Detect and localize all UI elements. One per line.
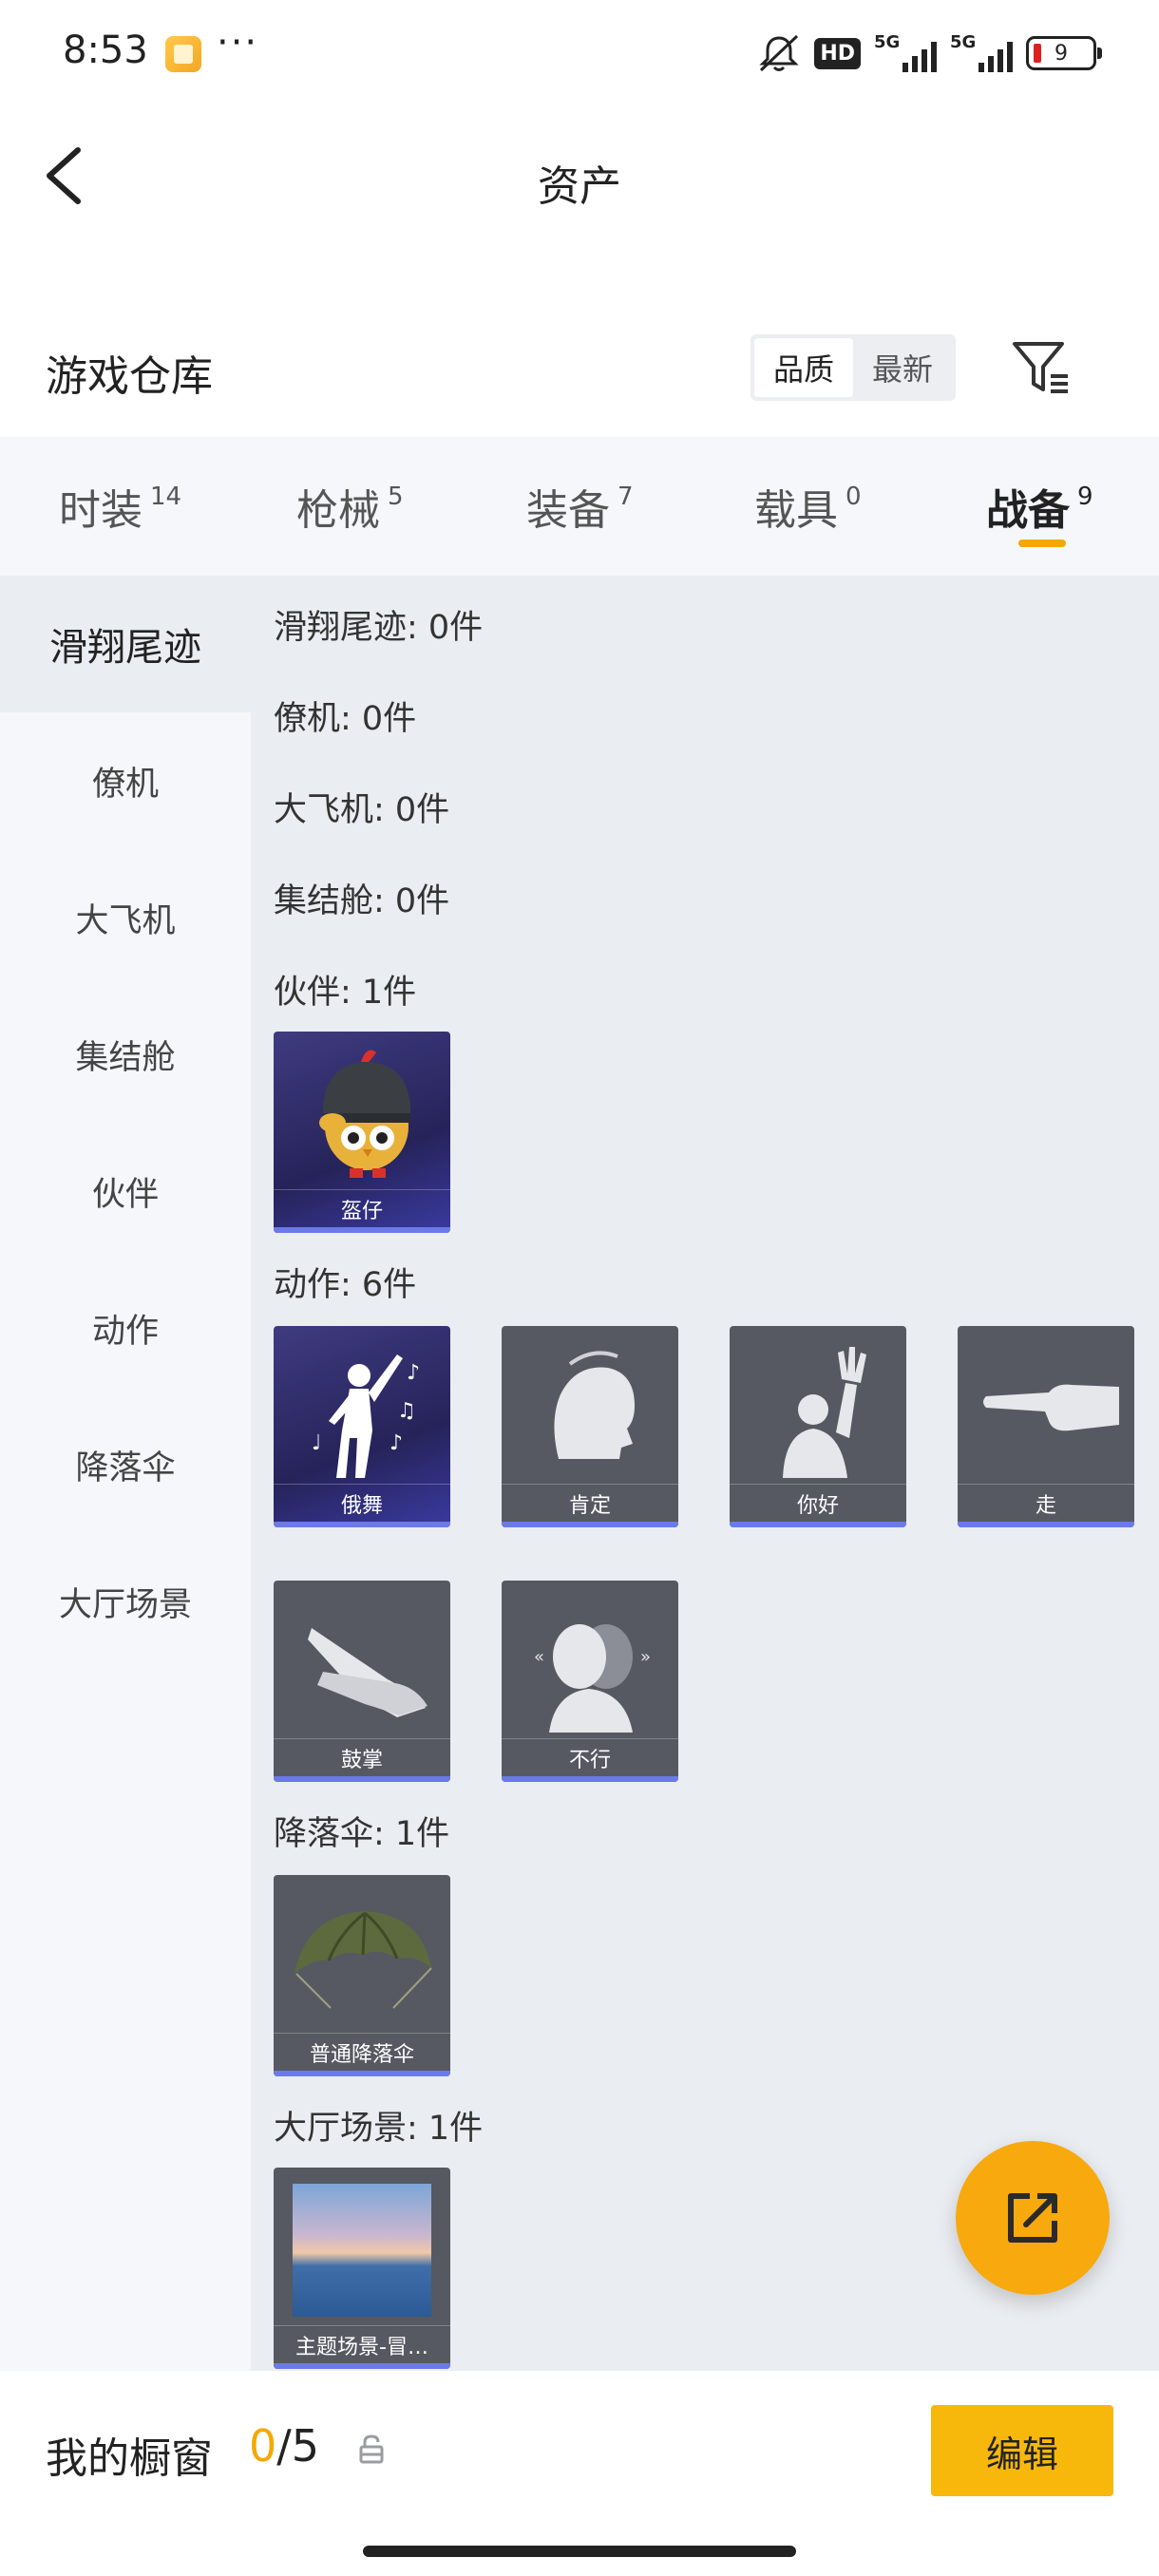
sidebar-item-wingman[interactable]: 僚机 bbox=[0, 712, 251, 849]
sort-option-newest[interactable]: 最新 bbox=[853, 338, 952, 397]
lobby-scene-image bbox=[274, 2168, 450, 2325]
category-label-parachute: 降落伞: 1件 bbox=[274, 1815, 450, 1853]
rarity-bar bbox=[502, 1776, 678, 1782]
more-notifications-icon: ··· bbox=[217, 21, 259, 65]
showcase-count: 0/5 bbox=[249, 2420, 320, 2472]
item-card-lobby-scene[interactable]: 主题场景-冒… bbox=[274, 2168, 450, 2369]
sidebar-item-big-plane[interactable]: 大飞机 bbox=[0, 849, 251, 986]
showcase-bar: 我的橱窗 0/5 编辑 bbox=[0, 2371, 1159, 2576]
warehouse-title: 游戏仓库 bbox=[46, 352, 213, 401]
item-name: 鼓掌 bbox=[274, 1738, 450, 1776]
svg-text:♫: ♫ bbox=[397, 1399, 416, 1423]
edit-button[interactable]: 编辑 bbox=[931, 2405, 1113, 2496]
svg-text:«: « bbox=[534, 1647, 544, 1667]
showcase-label: 我的橱窗 bbox=[46, 2434, 213, 2483]
item-name: 走 bbox=[958, 1484, 1134, 1522]
category-label-actions: 动作: 6件 bbox=[274, 1266, 417, 1304]
item-list[interactable]: 滑翔尾迹: 0件 僚机: 0件 大飞机: 0件 集结舱: 0件 伙伴: 1件 盔… bbox=[251, 576, 1159, 2371]
category-label-lobby-scene: 大厅场景: 1件 bbox=[274, 2110, 484, 2148]
rarity-bar bbox=[274, 2363, 450, 2369]
hd-badge: HD bbox=[814, 37, 861, 69]
category-label-wingman: 僚机: 0件 bbox=[274, 700, 417, 738]
item-name: 俄舞 bbox=[274, 1484, 450, 1522]
tab-battle-prep[interactable]: 战备 9 bbox=[986, 437, 1093, 576]
svg-text:♩: ♩ bbox=[312, 1431, 321, 1455]
rarity-bar bbox=[502, 1522, 678, 1527]
rarity-bar bbox=[274, 1776, 450, 1782]
sidebar-item-assembly-pod[interactable]: 集结舱 bbox=[0, 986, 251, 1123]
svg-text:»: » bbox=[640, 1647, 651, 1667]
tab-fashion[interactable]: 时装 14 bbox=[59, 437, 181, 576]
tab-guns[interactable]: 枪械 5 bbox=[296, 437, 404, 576]
tab-equipment[interactable]: 装备 7 bbox=[526, 437, 634, 576]
sidebar: 滑翔尾迹 僚机 大飞机 集结舱 伙伴 动作 降落伞 大厅场景 bbox=[0, 576, 251, 2371]
category-tabs: 时装 14 枪械 5 装备 7 载具 0 战备 9 bbox=[0, 437, 1159, 576]
nod-head-image bbox=[554, 1351, 635, 1459]
sidebar-item-glide-trail[interactable]: 滑翔尾迹 bbox=[0, 576, 251, 712]
category-label-companion: 伙伴: 1件 bbox=[274, 974, 417, 1012]
rarity-bar bbox=[730, 1522, 906, 1527]
status-bar: 8:53 ··· HD 5G 5G 9 bbox=[0, 0, 1159, 104]
item-name: 肯定 bbox=[502, 1484, 678, 1522]
item-card-action[interactable]: 肯定 bbox=[502, 1326, 678, 1527]
filter-icon[interactable] bbox=[1007, 334, 1074, 401]
active-tab-indicator bbox=[1018, 540, 1066, 547]
dance-figure-image: ♪ ♫ ♩ ♪ bbox=[312, 1354, 420, 1478]
sidebar-item-parachute[interactable]: 降落伞 bbox=[0, 1396, 251, 1533]
category-label-big-plane: 大飞机: 0件 bbox=[274, 791, 450, 829]
item-card-action[interactable]: 你好 bbox=[730, 1326, 906, 1527]
owl-helmet-image bbox=[319, 1050, 410, 1178]
sidebar-item-companion[interactable]: 伙伴 bbox=[0, 1123, 251, 1260]
item-name: 不行 bbox=[502, 1738, 678, 1776]
battery-icon: 9 bbox=[1026, 36, 1102, 70]
pointing-hand-image bbox=[983, 1384, 1119, 1431]
rarity-bar bbox=[958, 1522, 1134, 1527]
item-card-action[interactable]: 走 bbox=[958, 1326, 1134, 1527]
clapping-hands-image bbox=[308, 1628, 428, 1717]
item-card-action[interactable]: « » 不行 bbox=[502, 1581, 678, 1782]
rarity-bar bbox=[274, 2071, 450, 2076]
svg-text:♪: ♪ bbox=[407, 1361, 420, 1385]
parachute-image bbox=[294, 1911, 432, 2009]
sort-toggle: 品质 最新 bbox=[750, 334, 956, 401]
svg-text:♪: ♪ bbox=[390, 1431, 403, 1455]
home-indicator[interactable] bbox=[363, 2546, 796, 2557]
signal-icon-2: 5G bbox=[950, 32, 1013, 72]
category-label-assembly-pod: 集结舱: 0件 bbox=[274, 882, 450, 920]
share-button[interactable] bbox=[956, 2141, 1110, 2295]
category-label-glide-trail: 滑翔尾迹: 0件 bbox=[274, 609, 484, 647]
status-time: 8:53 bbox=[63, 28, 148, 72]
item-name: 主题场景-冒… bbox=[274, 2325, 450, 2363]
signal-icon: 5G bbox=[874, 32, 937, 72]
item-name: 你好 bbox=[730, 1484, 906, 1522]
status-icons: HD 5G 5G 9 bbox=[757, 32, 1102, 74]
page-title: 资产 bbox=[538, 162, 621, 211]
item-card-action[interactable]: 鼓掌 bbox=[274, 1581, 450, 1782]
item-name: 普通降落伞 bbox=[274, 2033, 450, 2071]
mute-icon bbox=[759, 34, 799, 72]
item-card-parachute[interactable]: 普通降落伞 bbox=[274, 1875, 450, 2076]
lock-icon bbox=[359, 2434, 384, 2464]
wave-hand-image bbox=[783, 1347, 866, 1478]
rarity-bar bbox=[274, 1522, 450, 1527]
header: 资产 bbox=[0, 104, 1159, 247]
rarity-bar bbox=[274, 1227, 450, 1233]
item-card-companion[interactable]: 盔仔 bbox=[274, 1032, 450, 1233]
share-icon bbox=[1008, 2193, 1057, 2243]
sort-option-quality[interactable]: 品质 bbox=[754, 338, 853, 397]
app-notification-icon bbox=[165, 36, 201, 72]
shake-head-image: « » bbox=[534, 1624, 651, 1733]
sidebar-item-lobby-scene[interactable]: 大厅场景 bbox=[0, 1533, 251, 1670]
item-card-action[interactable]: ♪ ♫ ♩ ♪ 俄舞 bbox=[274, 1326, 450, 1527]
item-name: 盔仔 bbox=[274, 1189, 450, 1227]
tab-vehicles[interactable]: 载具 0 bbox=[754, 437, 862, 576]
sidebar-item-actions[interactable]: 动作 bbox=[0, 1260, 251, 1396]
